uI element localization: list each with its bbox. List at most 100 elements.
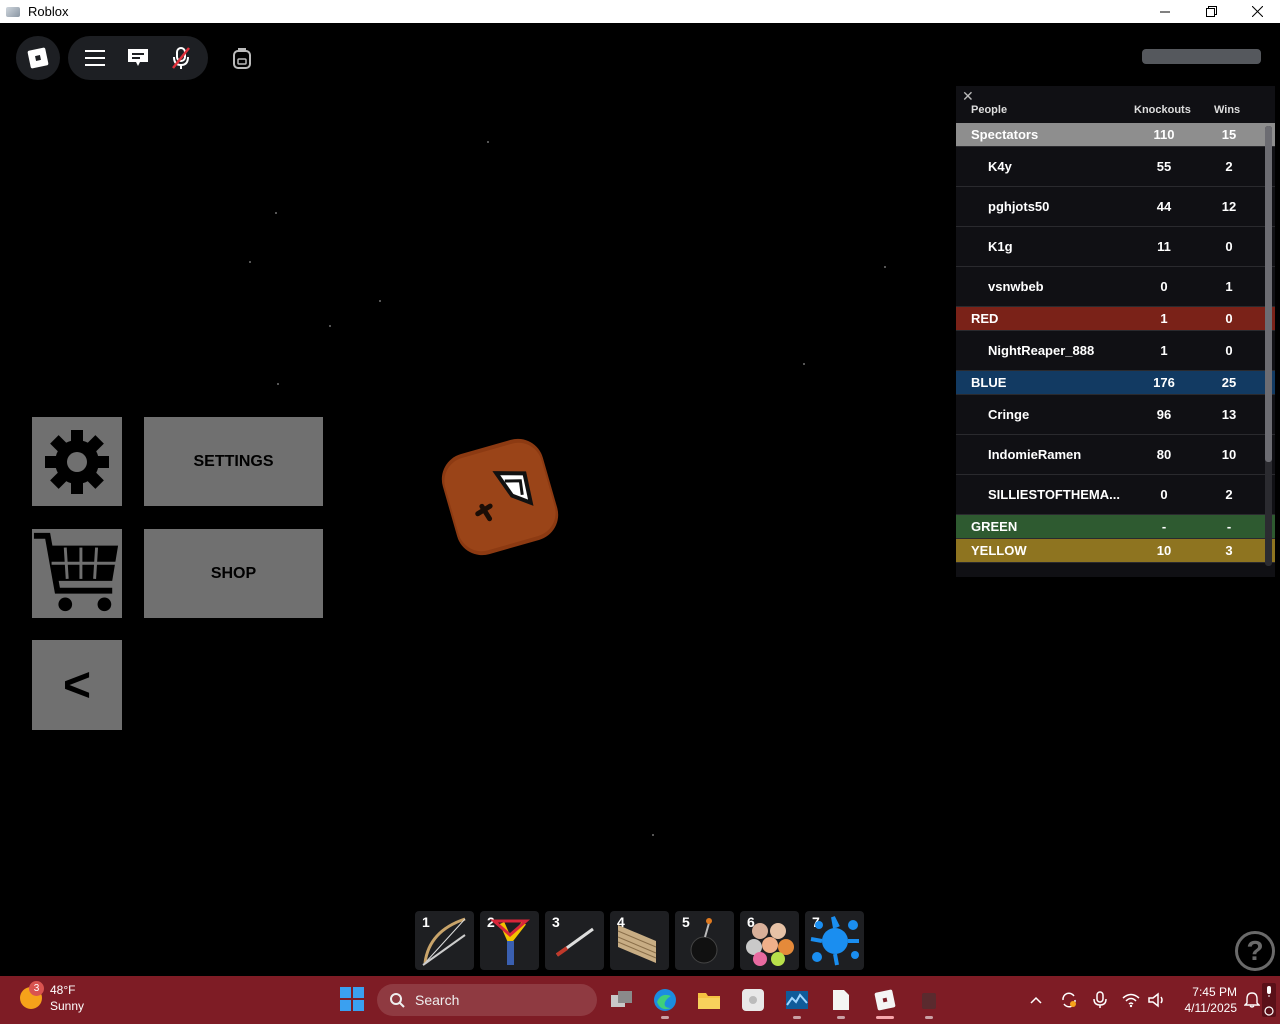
hotbar-slot-1[interactable]: 1 xyxy=(415,911,474,970)
hotbar-slot-7[interactable]: 7 xyxy=(805,911,864,970)
taskbar-file-explorer[interactable] xyxy=(693,984,725,1016)
settings-button[interactable]: SETTINGS xyxy=(144,417,323,506)
volume-icon[interactable] xyxy=(1148,992,1166,1008)
knockouts-value: 0 xyxy=(1160,279,1168,294)
leaderboard-player-row[interactable]: K1g 11 0 xyxy=(956,227,1275,267)
leaderboard-player-row[interactable]: SILLIESTOFTHEMA... 0 2 xyxy=(956,475,1275,515)
running-indicator xyxy=(793,1016,801,1019)
taskbar-notepad[interactable] xyxy=(825,984,857,1019)
hotbar-slot-2[interactable]: 2 xyxy=(480,911,539,970)
settings-gear-button[interactable] xyxy=(32,417,122,506)
knockouts-value: - xyxy=(1161,519,1167,534)
taskbar-edge[interactable] xyxy=(649,984,681,1019)
shop-button[interactable]: SHOP xyxy=(144,529,323,618)
app-icon xyxy=(922,993,936,1009)
close-window-button[interactable] xyxy=(1234,0,1280,23)
star xyxy=(329,325,331,327)
microphone-muted-icon xyxy=(171,47,190,69)
restore-button[interactable] xyxy=(1188,0,1234,23)
taskbar-search-box[interactable]: Search xyxy=(377,984,597,1016)
leaderboard-player-row[interactable]: vsnwbeb 0 1 xyxy=(956,267,1275,307)
activity-monitor-icon xyxy=(786,991,808,1009)
knockouts-value: 0 xyxy=(1160,487,1168,502)
leaderboard-player-row[interactable]: IndomieRamen 80 10 xyxy=(956,435,1275,475)
leaderboard-panel: ✕ People Knockouts Wins Spectators 110 15 K… xyxy=(956,86,1275,577)
knockouts-value: 10 xyxy=(1156,543,1172,558)
wins-value: 0 xyxy=(1225,239,1233,254)
topbar-controls xyxy=(68,36,208,80)
hotbar-slot-6[interactable]: 6 xyxy=(740,911,799,970)
leaderboard-player-row[interactable]: Cringe 96 13 xyxy=(956,395,1275,435)
window-title: Roblox xyxy=(28,4,69,19)
wins-value: 1 xyxy=(1225,279,1233,294)
leaderboard-player-row[interactable]: K4y 55 2 xyxy=(956,147,1275,187)
wins-value: 2 xyxy=(1225,159,1233,174)
scrollbar-thumb[interactable] xyxy=(1265,126,1272,462)
system-tray xyxy=(1028,976,1166,1024)
window-titlebar: Roblox xyxy=(0,0,1280,23)
edge-browser-icon xyxy=(654,989,676,1011)
team-name: Spectators xyxy=(971,127,1039,142)
notification-bell-icon[interactable] xyxy=(1244,992,1260,1008)
running-indicator xyxy=(661,1016,669,1019)
player-name: K4y xyxy=(988,159,1012,174)
leaderboard-rows: Spectators 110 15 K4y 55 2 pghjots50 44 12 K1g 11 0… xyxy=(956,123,1275,563)
task-view-button[interactable] xyxy=(606,984,638,1016)
minimize-button[interactable] xyxy=(1142,0,1188,23)
document-icon xyxy=(833,990,849,1010)
chat-icon xyxy=(127,49,148,66)
search-icon xyxy=(390,993,405,1008)
knockouts-value: 80 xyxy=(1156,447,1172,462)
hotbar-slot-5[interactable]: 5 xyxy=(675,911,734,970)
wins-value: 15 xyxy=(1221,127,1237,142)
taskbar-clock[interactable]: 7:45 PM 4/11/2025 xyxy=(1175,984,1238,1016)
taskbar-roblox[interactable] xyxy=(869,984,901,1019)
hotbar-slot-4[interactable]: 4 xyxy=(610,911,669,970)
roblox-menu-button[interactable] xyxy=(16,36,60,80)
leaderboard-player-row[interactable]: NightReaper_888 1 0 xyxy=(956,331,1275,371)
wins-value: 25 xyxy=(1221,375,1237,390)
microphone-icon[interactable] xyxy=(1092,991,1108,1009)
player-name: NightReaper_888 xyxy=(988,343,1095,358)
balls-icon xyxy=(746,923,794,966)
microphone-button[interactable] xyxy=(163,40,199,76)
hamburger-menu-button[interactable] xyxy=(77,40,113,76)
paint-splat-icon xyxy=(810,916,859,966)
bow-icon xyxy=(422,917,466,966)
taskbar-monitor-app[interactable] xyxy=(781,984,813,1019)
shop-cart-button[interactable] xyxy=(32,529,122,618)
player-name: Cringe xyxy=(988,407,1030,422)
knockouts-value: 44 xyxy=(1156,199,1172,214)
leaderboard-team-row: Spectators 110 15 xyxy=(956,123,1275,147)
knockouts-value: 55 xyxy=(1156,159,1172,174)
taskbar-app-2[interactable] xyxy=(913,984,945,1019)
header-knockouts: Knockouts xyxy=(1134,104,1191,116)
account-status-pill xyxy=(1142,49,1261,64)
shop-label: SHOP xyxy=(210,564,257,582)
leaderboard-close-button[interactable]: ✕ xyxy=(962,89,976,103)
wins-value: - xyxy=(1226,519,1232,534)
knockouts-value: 110 xyxy=(1153,127,1175,142)
input-indicator-panel[interactable] xyxy=(1262,983,1276,1017)
sync-icon[interactable] xyxy=(1060,991,1078,1009)
leaderboard-player-row[interactable]: pghjots50 44 12 xyxy=(956,187,1275,227)
taskbar-app-1[interactable] xyxy=(737,984,769,1016)
windows-start-icon[interactable] xyxy=(339,986,365,1012)
backpack-button[interactable] xyxy=(222,38,262,78)
chat-button[interactable] xyxy=(120,40,156,76)
leaderboard-team-row: YELLOW 10 3 xyxy=(956,539,1275,563)
wins-value: 3 xyxy=(1225,543,1233,558)
wifi-icon[interactable] xyxy=(1122,992,1140,1008)
hotbar-slot-3[interactable]: 3 xyxy=(545,911,604,970)
collapse-menu-button[interactable]: < xyxy=(32,640,122,730)
leaderboard-scrollbar[interactable] xyxy=(1265,126,1272,566)
help-button[interactable]: ? xyxy=(1235,931,1275,971)
chevron-up-icon[interactable] xyxy=(1028,992,1044,1008)
knockouts-value: 176 xyxy=(1153,375,1175,390)
task-view-icon xyxy=(611,991,632,1007)
backpack-icon xyxy=(233,48,251,69)
header-wins: Wins xyxy=(1214,104,1241,116)
star xyxy=(379,300,381,302)
header-people: People xyxy=(971,104,1008,116)
weather-widget[interactable]: 3 48°F Sunny xyxy=(20,981,84,1014)
